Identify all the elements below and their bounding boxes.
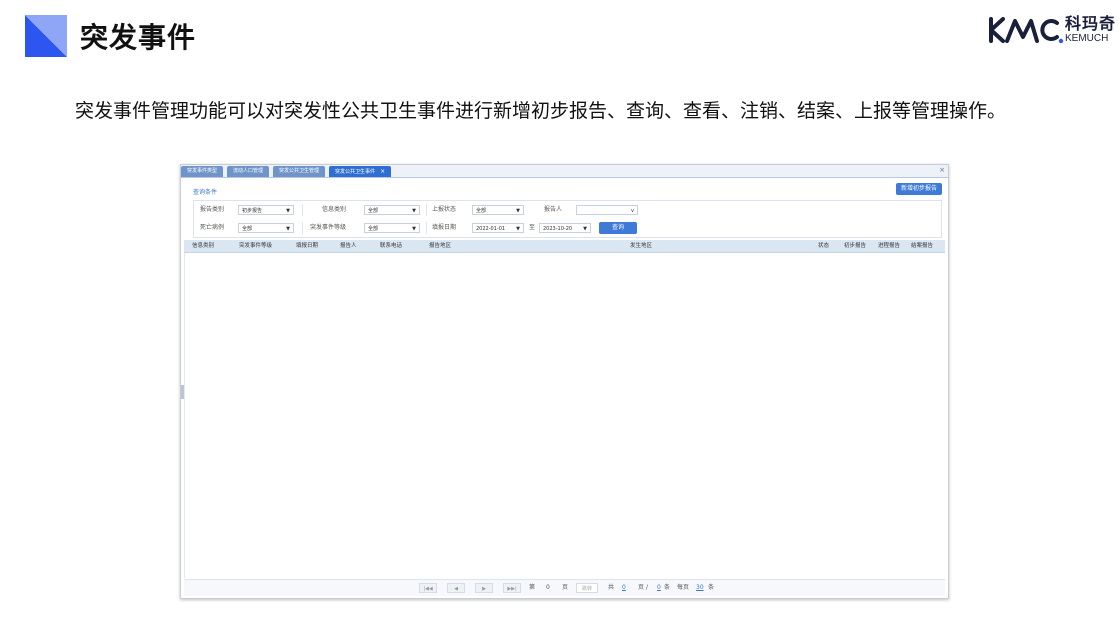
filter-panel: 报告类别 初步报告 ▼ 信息类别 全部 ▼ 上报状态 全部 ▼ 报告人 v 死亡病例 … <box>193 200 942 238</box>
tab-public-health-management[interactable]: 突发公共卫生管理 <box>273 166 326 177</box>
per-page-prefix: 每页 <box>677 584 690 591</box>
description-paragraph: 突发事件管理功能可以对突发性公共卫生事件进行新增初步报告、查询、查看、注销、结案… <box>75 100 1007 122</box>
next-page-button[interactable]: ▶ <box>475 583 493 593</box>
info-type-select[interactable]: 全部 ▼ <box>364 205 420 215</box>
table-header: 信息类别 突发事件等级 填报日期 报告人 联系电话 报告地区 发生地区 状态 初… <box>184 240 945 253</box>
end-date-picker[interactable]: 2023-10-20 ▼ <box>539 223 591 233</box>
total-mid: 页 / <box>638 584 648 591</box>
per-page-value[interactable]: 30 <box>696 580 704 596</box>
tab-close-icon[interactable]: × <box>380 168 385 175</box>
page-title: 突发事件 <box>80 21 197 54</box>
logo-english-name: KEMUCH <box>1065 33 1109 44</box>
col-initial-report[interactable]: 初步报告 <box>844 240 866 252</box>
kmc-logo-icon <box>989 17 1064 44</box>
first-page-button[interactable]: |◀◀ <box>419 583 437 593</box>
report-status-label: 上报状态 <box>432 206 457 213</box>
col-info-type[interactable]: 信息类别 <box>192 240 214 252</box>
col-fill-date[interactable]: 填报日期 <box>296 240 318 252</box>
filter-row-2: 死亡病例 全部 ▼ 突发事件等级 全部 ▼ 填报日期 2022-01-01 ▼ 至 2… <box>194 220 941 236</box>
death-case-label: 死亡病例 <box>200 224 225 231</box>
info-type-label: 信息类别 <box>322 206 347 213</box>
go-button[interactable]: 跳转 <box>576 583 598 593</box>
col-reporter[interactable]: 报告人 <box>340 240 357 252</box>
page-label-after: 页 <box>562 584 569 591</box>
col-progress-report[interactable]: 进程报告 <box>878 240 900 252</box>
add-initial-report-button[interactable]: 新增初步报告 <box>895 183 942 195</box>
company-logo: 科玛奇 KEMUCH <box>987 12 1119 48</box>
window-close-icon[interactable]: × <box>939 165 945 176</box>
reporter-label: 报告人 <box>544 206 563 213</box>
total-pages: 0 <box>622 584 626 591</box>
slide-header: 突发事件 <box>25 15 196 57</box>
total-records: 0 <box>657 584 661 591</box>
section-title: 查询条件 <box>193 189 218 196</box>
splitter-handle[interactable] <box>181 385 184 399</box>
filter-row-1: 报告类别 初步报告 ▼ 信息类别 全部 ▼ 上报状态 全部 ▼ 报告人 v <box>194 202 941 218</box>
tab-public-health-events[interactable]: 突发公共卫生事件 × <box>329 166 392 177</box>
death-case-select[interactable]: 全部 ▼ <box>238 223 294 233</box>
page-number[interactable]: 0 <box>546 580 550 596</box>
total-prefix: 共 <box>608 584 615 591</box>
event-level-select[interactable]: 全部 ▼ <box>364 223 420 233</box>
col-event-level[interactable]: 突发事件等级 <box>239 240 272 252</box>
per-page-suffix: 条 <box>708 584 715 591</box>
date-to-label: 至 <box>529 224 536 231</box>
col-phone[interactable]: 联系电话 <box>380 240 402 252</box>
report-type-select[interactable]: 初步报告 ▼ <box>238 205 294 215</box>
report-status-select[interactable]: 全部 ▼ <box>472 205 524 215</box>
last-page-button[interactable]: ▶▶| <box>503 583 521 593</box>
col-report-region[interactable]: 报告地区 <box>429 240 451 252</box>
tab-floating-population[interactable]: 流动人口管理 <box>227 166 270 177</box>
reporter-select[interactable]: v <box>576 205 638 215</box>
fill-date-label: 填报日期 <box>432 224 457 231</box>
pagination-bar: |◀◀ ◀ ▶ ▶▶| 第 0 页 跳转 共 0 页 / 0 条 每页 30 条 <box>184 579 945 596</box>
col-occurrence-region[interactable]: 发生地区 <box>630 240 652 252</box>
report-type-label: 报告类别 <box>200 206 225 213</box>
start-date-picker[interactable]: 2022-01-01 ▼ <box>472 223 524 233</box>
tab-event-type[interactable]: 突发事件类型 <box>181 166 224 177</box>
logo-chinese-name: 科玛奇 <box>1065 14 1117 33</box>
page-label-before: 第 <box>529 584 536 591</box>
event-level-label: 突发事件等级 <box>310 224 347 231</box>
app-screenshot: 突发事件类型 流动人口管理 突发公共卫生管理 突发公共卫生事件 × × 查询条件 … <box>180 164 949 599</box>
title-mark-icon <box>25 15 67 57</box>
col-closure-report[interactable]: 结案报告 <box>911 240 933 252</box>
query-button[interactable]: 查询 <box>599 222 637 234</box>
col-status[interactable]: 状态 <box>818 240 829 252</box>
tab-bar: 突发事件类型 流动人口管理 突发公共卫生管理 突发公共卫生事件 × × <box>181 165 948 178</box>
total-suffix: 条 <box>664 584 671 591</box>
prev-page-button[interactable]: ◀ <box>447 583 465 593</box>
table-body <box>184 253 946 578</box>
